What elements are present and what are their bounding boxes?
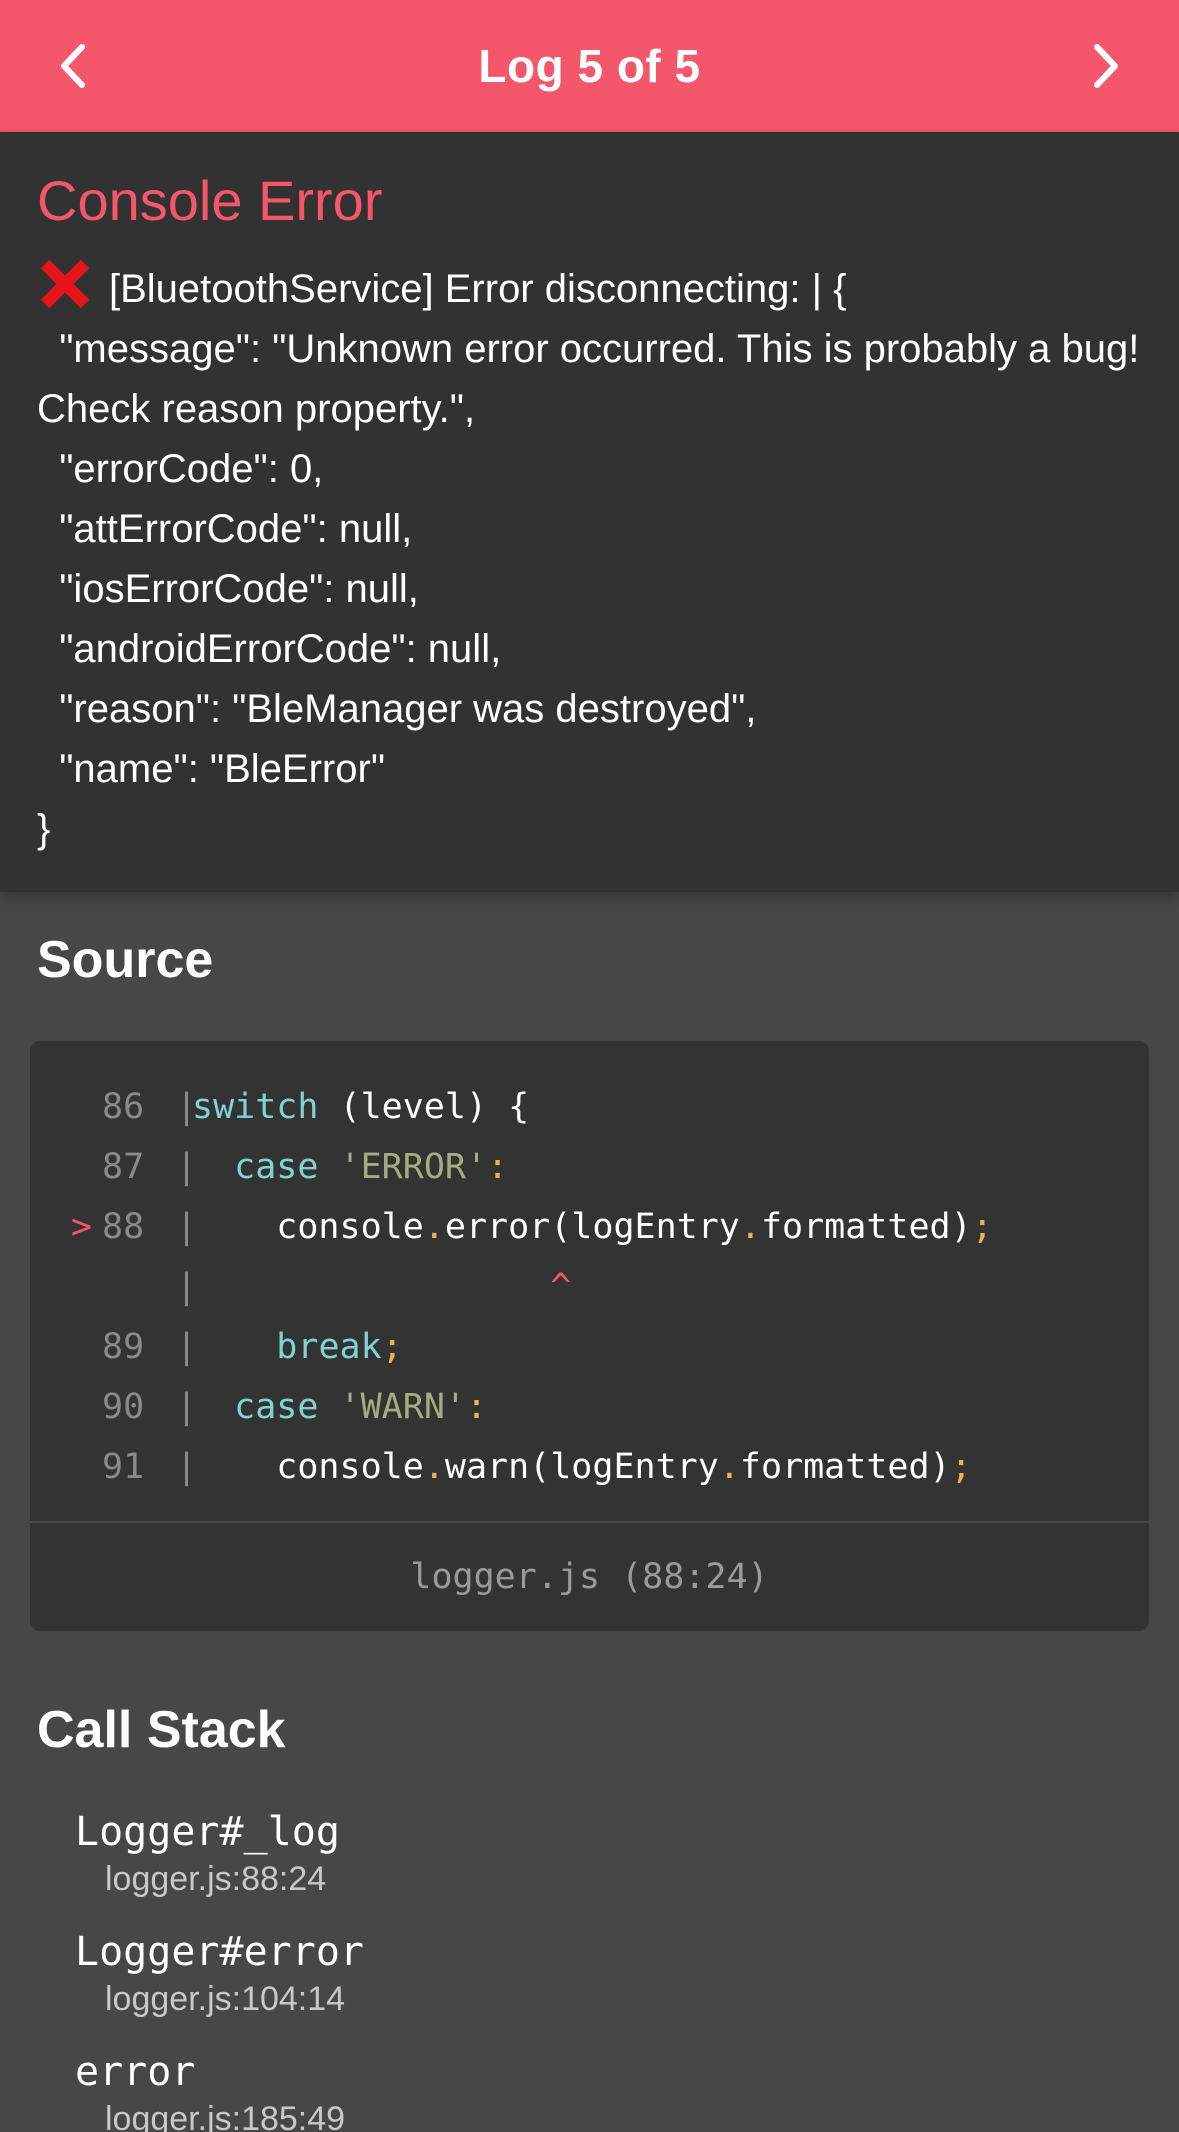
error-line-marker <box>30 1077 102 1137</box>
frame-function-name: Logger#_log <box>75 1809 340 1855</box>
code-line: 91 | console.warn(logEntry.formatted); <box>30 1437 1149 1497</box>
frame-function-name: Logger#error <box>75 1929 364 1975</box>
gutter-separator: | <box>176 1387 198 1427</box>
error-message-block: [BluetoothService] Error disconnecting: … <box>37 258 1142 859</box>
error-line-marker <box>30 1317 102 1377</box>
error-line-marker: > <box>70 1207 92 1247</box>
chevron-right-icon <box>1094 44 1118 88</box>
error-message-text: [BluetoothService] Error disconnecting: … <box>37 267 1140 851</box>
code-text: case 'ERROR': <box>234 1147 509 1187</box>
code-text: console.warn(logEntry.formatted); <box>192 1447 972 1487</box>
gutter-separator: | <box>176 1147 198 1187</box>
call-stack-title: Call Stack <box>37 1701 286 1759</box>
line-number: 90 <box>102 1387 145 1427</box>
code-line: 87 | case 'ERROR': <box>30 1137 1149 1197</box>
call-stack-frame[interactable]: Logger#error logger.js:104:14 <box>75 1926 1135 2020</box>
code-line: | ^ <box>30 1257 1149 1317</box>
code-line: 90 | case 'WARN': <box>30 1377 1149 1437</box>
source-section-title: Source <box>37 931 214 989</box>
code-text: break; <box>276 1327 403 1367</box>
code-line: 86 | switch (level) { <box>30 1077 1149 1137</box>
code-text: console.error(logEntry.formatted); <box>192 1207 993 1247</box>
line-number: 87 <box>102 1147 145 1187</box>
code-line: 89 | break; <box>30 1317 1149 1377</box>
gutter-separator: | <box>176 1267 198 1307</box>
code-line: >88 | console.error(logEntry.formatted); <box>30 1197 1149 1257</box>
error-line-marker <box>30 1257 102 1317</box>
code-text: ^ <box>550 1267 572 1307</box>
header-bar: Log 5 of 5 <box>0 0 1179 132</box>
source-code-box[interactable]: 86 | switch (level) {87 | case 'ERROR': >88 |… <box>30 1041 1149 1631</box>
code-lines: 86 | switch (level) {87 | case 'ERROR': >88 |… <box>30 1041 1149 1497</box>
call-stack-list: Logger#_log logger.js:88:24 Logger#error lo… <box>75 1806 1135 2132</box>
frame-location: logger.js:185:49 <box>105 2100 346 2132</box>
code-text: switch (level) { <box>192 1087 530 1127</box>
gutter-separator: | <box>176 1207 198 1247</box>
gutter-separator: | <box>176 1087 198 1127</box>
error-panel: Console Error [BluetoothService] Error d… <box>0 132 1179 892</box>
call-stack-frame[interactable]: Logger#_log logger.js:88:24 <box>75 1806 1135 1900</box>
source-file-location[interactable]: logger.js (88:24) <box>30 1521 1149 1631</box>
line-number: 91 <box>102 1447 145 1487</box>
prev-log-button[interactable] <box>32 30 112 102</box>
frame-location: logger.js:88:24 <box>105 1860 327 1898</box>
gutter-separator: | <box>176 1327 198 1367</box>
error-title: Console Error <box>37 169 383 232</box>
line-number <box>102 1257 176 1317</box>
line-number: 88 <box>102 1207 145 1247</box>
gutter-separator: | <box>176 1447 198 1487</box>
line-number: 86 <box>102 1087 145 1127</box>
red-x-icon <box>40 259 90 309</box>
error-line-marker <box>30 1137 102 1197</box>
line-number: 89 <box>102 1327 145 1367</box>
error-line-marker <box>30 1377 102 1437</box>
frame-location: logger.js:104:14 <box>105 1980 346 2018</box>
next-log-button[interactable] <box>1067 30 1147 102</box>
error-line-marker <box>30 1437 102 1497</box>
chevron-left-icon <box>61 44 85 88</box>
call-stack-frame[interactable]: error logger.js:185:49 <box>75 2046 1135 2132</box>
frame-function-name: error <box>75 2049 196 2095</box>
code-text: case 'WARN': <box>234 1387 488 1427</box>
page-title: Log 5 of 5 <box>478 40 701 92</box>
